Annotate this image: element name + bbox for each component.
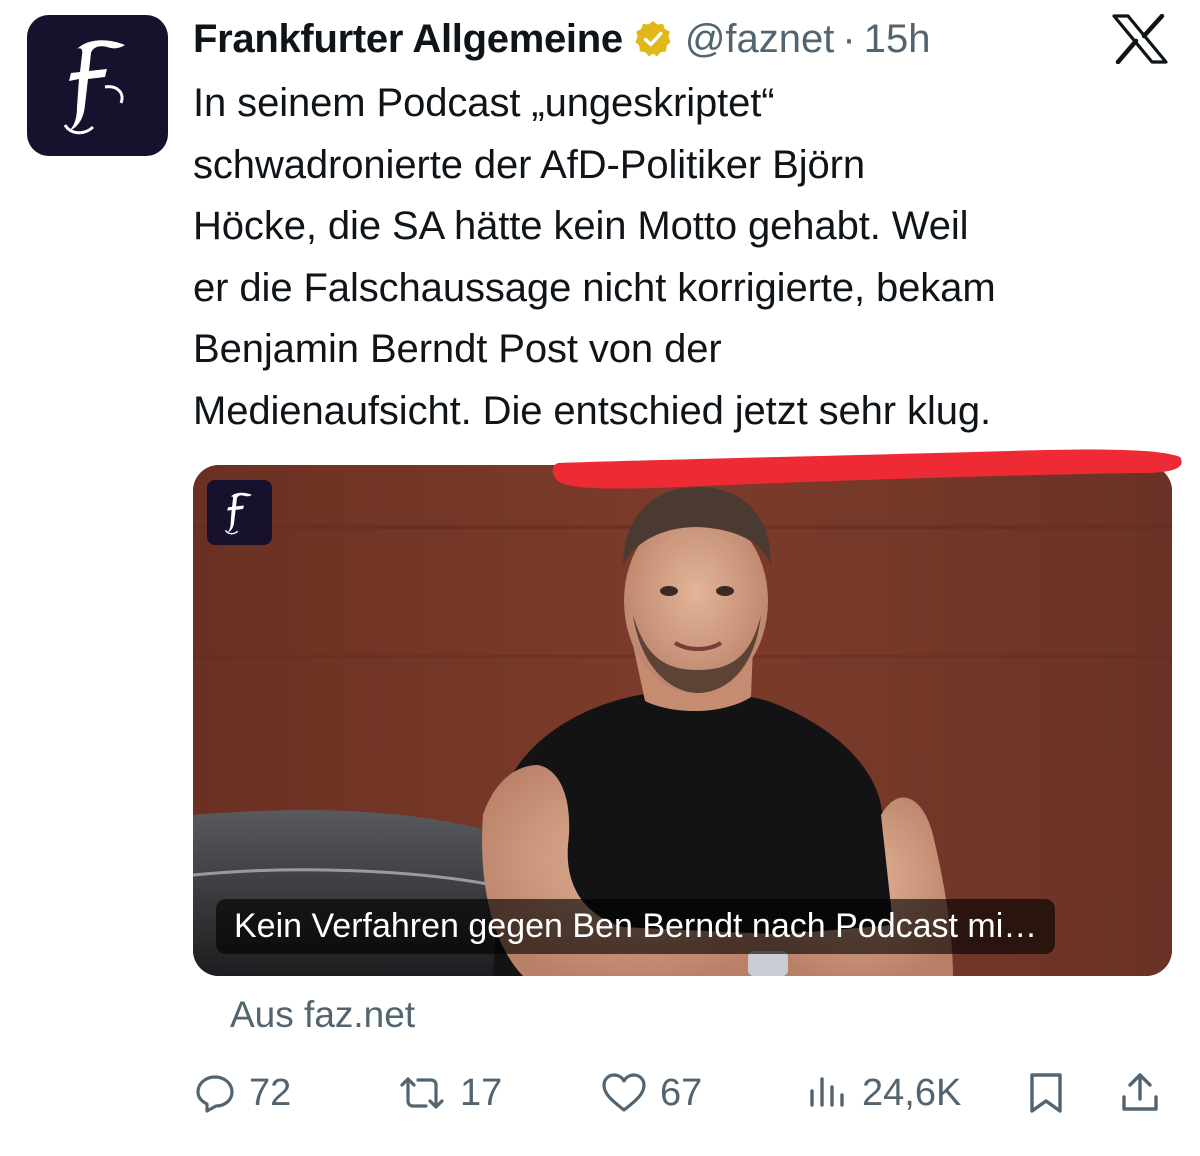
card-title[interactable]: Kein Verfahren gegen Ben Berndt nach Pod… [216, 899, 1056, 954]
display-name[interactable]: Frankfurter Allgemeine [193, 17, 623, 62]
verified-badge-icon[interactable] [633, 19, 673, 59]
tweet[interactable]: Frankfurter Allgemeine @faznet · 15h In … [0, 0, 1200, 1156]
reply-count: 72 [249, 1071, 292, 1114]
views-chart-icon [810, 1077, 844, 1107]
repost-button[interactable]: 17 [396, 1068, 502, 1118]
like-button[interactable]: 67 [600, 1068, 702, 1118]
avatar[interactable] [27, 15, 168, 156]
heart-icon [602, 1073, 646, 1112]
tweet-text: In seinem Podcast „ungeskriptet“ schwadr… [193, 73, 1183, 443]
repost-count: 17 [460, 1071, 503, 1114]
share-icon [1122, 1073, 1158, 1111]
tweet-text-line: Medienaufsicht. Die entschied jetzt sehr… [193, 388, 992, 433]
views-button[interactable]: 24,6K [806, 1068, 961, 1118]
handle[interactable]: @faznet [685, 17, 835, 62]
tweet-header: Frankfurter Allgemeine @faznet · 15h [193, 14, 930, 64]
timestamp[interactable]: 15h [864, 17, 931, 62]
tweet-text-line: In seinem Podcast „ungeskriptet“ [193, 81, 775, 125]
tweet-text-line: Höcke, die SA hätte kein Motto gehabt. W… [193, 204, 969, 249]
share-button[interactable] [1118, 1068, 1162, 1118]
tweet-text-line: er die Falschaussage nicht korrigierte, … [193, 265, 996, 310]
reply-icon [196, 1075, 234, 1113]
bookmark-icon [1030, 1073, 1062, 1113]
faz-logo-icon [224, 492, 252, 534]
repost-icon [400, 1077, 444, 1109]
tweet-text-line: schwadronierte der AfD-Politiker Björn [193, 142, 866, 187]
separator-dot: · [842, 16, 856, 61]
faz-logo-icon [63, 39, 125, 134]
reply-button[interactable]: 72 [193, 1068, 291, 1118]
link-card[interactable]: Kein Verfahren gegen Ben Berndt nach Pod… [193, 465, 1172, 976]
like-count: 67 [660, 1071, 703, 1114]
bookmark-button[interactable] [1024, 1068, 1068, 1118]
tweet-text-line: Benjamin Berndt Post von der [193, 327, 722, 372]
views-count: 24,6K [862, 1071, 962, 1114]
card-faz-badge [207, 480, 272, 545]
card-source[interactable]: Aus faz.net [230, 994, 415, 1036]
x-logo-icon [1112, 13, 1168, 65]
